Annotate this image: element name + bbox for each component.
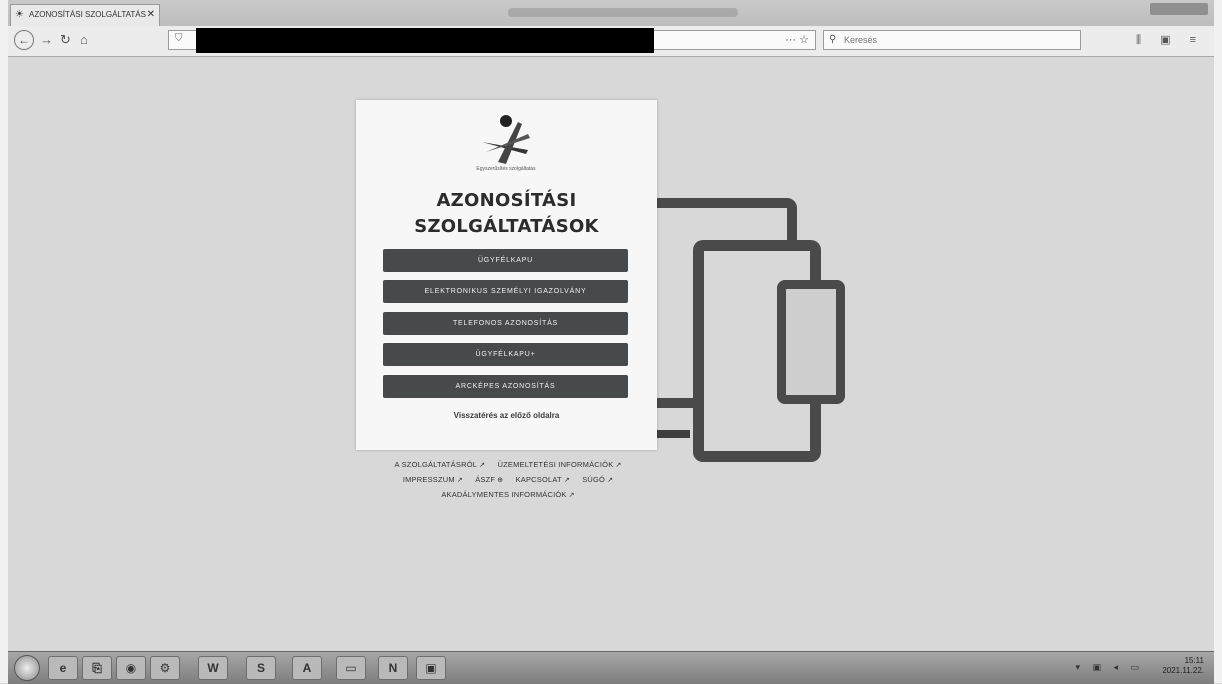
system-tray-icons[interactable]: ▾ ▣ ◂ ▭: [1075, 662, 1144, 673]
url-bar[interactable]: ⛉ ··· ☆: [168, 28, 816, 53]
page-actions-icon[interactable]: ··· ☆: [785, 33, 809, 46]
search-icon: ⚲: [829, 34, 837, 45]
footer-link-impressum[interactable]: IMPRESSZUM ↗: [403, 475, 463, 484]
page-title-line2: SZOLGÁLTATÁSOK: [414, 216, 599, 237]
taskbar-explorer-icon[interactable]: ⎘: [82, 656, 112, 680]
taskbar-settings-icon[interactable]: ⚙: [150, 656, 180, 680]
taskbar-window-icon[interactable]: ▭: [336, 656, 366, 680]
identification-card: Egyszerűsítés szolgáltatás AZONOSÍTÁSI S…: [356, 100, 657, 450]
shield-icon: ⛉: [175, 33, 183, 44]
footer-link-operations[interactable]: ÜZEMELTETÉSI INFORMÁCIÓK ↗: [497, 460, 621, 469]
logo-caption: Egyszerűsítés szolgáltatás: [476, 166, 536, 172]
back-link[interactable]: Visszatérés az előző oldalra: [356, 411, 657, 420]
taskbar-app-icon[interactable]: ▣: [416, 656, 446, 680]
external-link-icon: ↗: [607, 477, 614, 484]
start-button[interactable]: [14, 655, 40, 681]
taskbar-word-icon[interactable]: W: [198, 656, 228, 680]
page-title-line1: AZONOSÍTÁSI: [436, 190, 577, 211]
external-link-icon: ↗: [563, 477, 570, 484]
browser-tab-strip: ☀ AZONOSÍTÁSI SZOLGÁLTATÁS ✕: [8, 0, 1214, 27]
redacted-url: [196, 28, 654, 53]
search-placeholder: Keresés: [844, 35, 878, 45]
footer-link-accessibility[interactable]: AKADÁLYMENTES INFORMÁCIÓK ↗: [441, 490, 574, 499]
footer-links: A SZOLGÁLTATÁSRÓL ↗ ÜZEMELTETÉSI INFORMÁC…: [352, 458, 664, 503]
taskbar-app-s-icon[interactable]: S: [246, 656, 276, 680]
search-input[interactable]: ⚲ Keresés: [823, 30, 1081, 50]
arckepes-azonositas-button[interactable]: ARCKÉPES AZONOSÍTÁS: [383, 375, 628, 398]
taskbar-onenote-icon[interactable]: N: [378, 656, 408, 680]
reload-icon[interactable]: ↻: [60, 32, 71, 48]
ugyfelkapu-button[interactable]: ÜGYFÉLKAPU: [383, 249, 628, 272]
logo-icon: [482, 115, 530, 164]
home-icon[interactable]: ⌂: [80, 32, 88, 48]
site-favicon-icon: ☀: [15, 9, 24, 20]
toolbar-icons[interactable]: ⫼ ▣ ≡: [1136, 33, 1204, 47]
external-link-icon: ↗: [568, 492, 575, 499]
forward-arrow-icon[interactable]: →: [40, 32, 53, 48]
tab-title: AZONOSÍTÁSI SZOLGÁLTATÁS: [29, 10, 146, 19]
windows-taskbar: e ⎘ ◉ ⚙ W S A ▭ N ▣ ▾ ▣ ◂ ▭ 15:11 2021.1…: [8, 651, 1214, 684]
eszemelyi-button[interactable]: ELEKTRONIKUS SZEMÉLYI IGAZOLVÁNY: [383, 280, 628, 303]
browser-tab[interactable]: ☀ AZONOSÍTÁSI SZOLGÁLTATÁS ✕: [10, 4, 160, 26]
footer-link-help[interactable]: SÚGÓ ↗: [582, 475, 613, 484]
browser-nav-bar: ← → ↻ ⌂ ⛉ ··· ☆ ⚲ Keresés ⫼ ▣ ≡: [8, 26, 1214, 57]
ugyfelkapu-plus-button[interactable]: ÜGYFÉLKAPU+: [383, 343, 628, 366]
external-link-icon: ↗: [479, 462, 486, 469]
clock-date: 2021.11.22.: [1162, 666, 1204, 675]
external-link-icon: ↗: [615, 462, 622, 469]
footer-link-contact[interactable]: KAPCSOLAT ↗: [516, 475, 570, 484]
window-title-blurred: [508, 8, 738, 17]
tab-close-icon[interactable]: ✕: [147, 5, 155, 25]
taskbar-acrobat-icon[interactable]: A: [292, 656, 322, 680]
external-link-icon: ↗: [456, 477, 463, 484]
document-icon: ⊕: [497, 477, 504, 484]
clock-time: 15:11: [1184, 656, 1204, 665]
footer-link-aszf[interactable]: ÁSZF ⊕: [475, 475, 503, 484]
phone-illustration: [777, 280, 845, 404]
taskbar-chrome-icon[interactable]: ◉: [116, 656, 146, 680]
footer-link-about[interactable]: A SZOLGÁLTATÁSRÓL ↗: [395, 460, 486, 469]
telefonos-azonositas-button[interactable]: TELEFONOS AZONOSÍTÁS: [383, 312, 628, 335]
taskbar-ie-icon[interactable]: e: [48, 656, 78, 680]
back-arrow-icon[interactable]: ←: [14, 30, 34, 50]
window-controls[interactable]: [1150, 3, 1208, 15]
clock[interactable]: 15:11 2021.11.22.: [1162, 656, 1204, 676]
